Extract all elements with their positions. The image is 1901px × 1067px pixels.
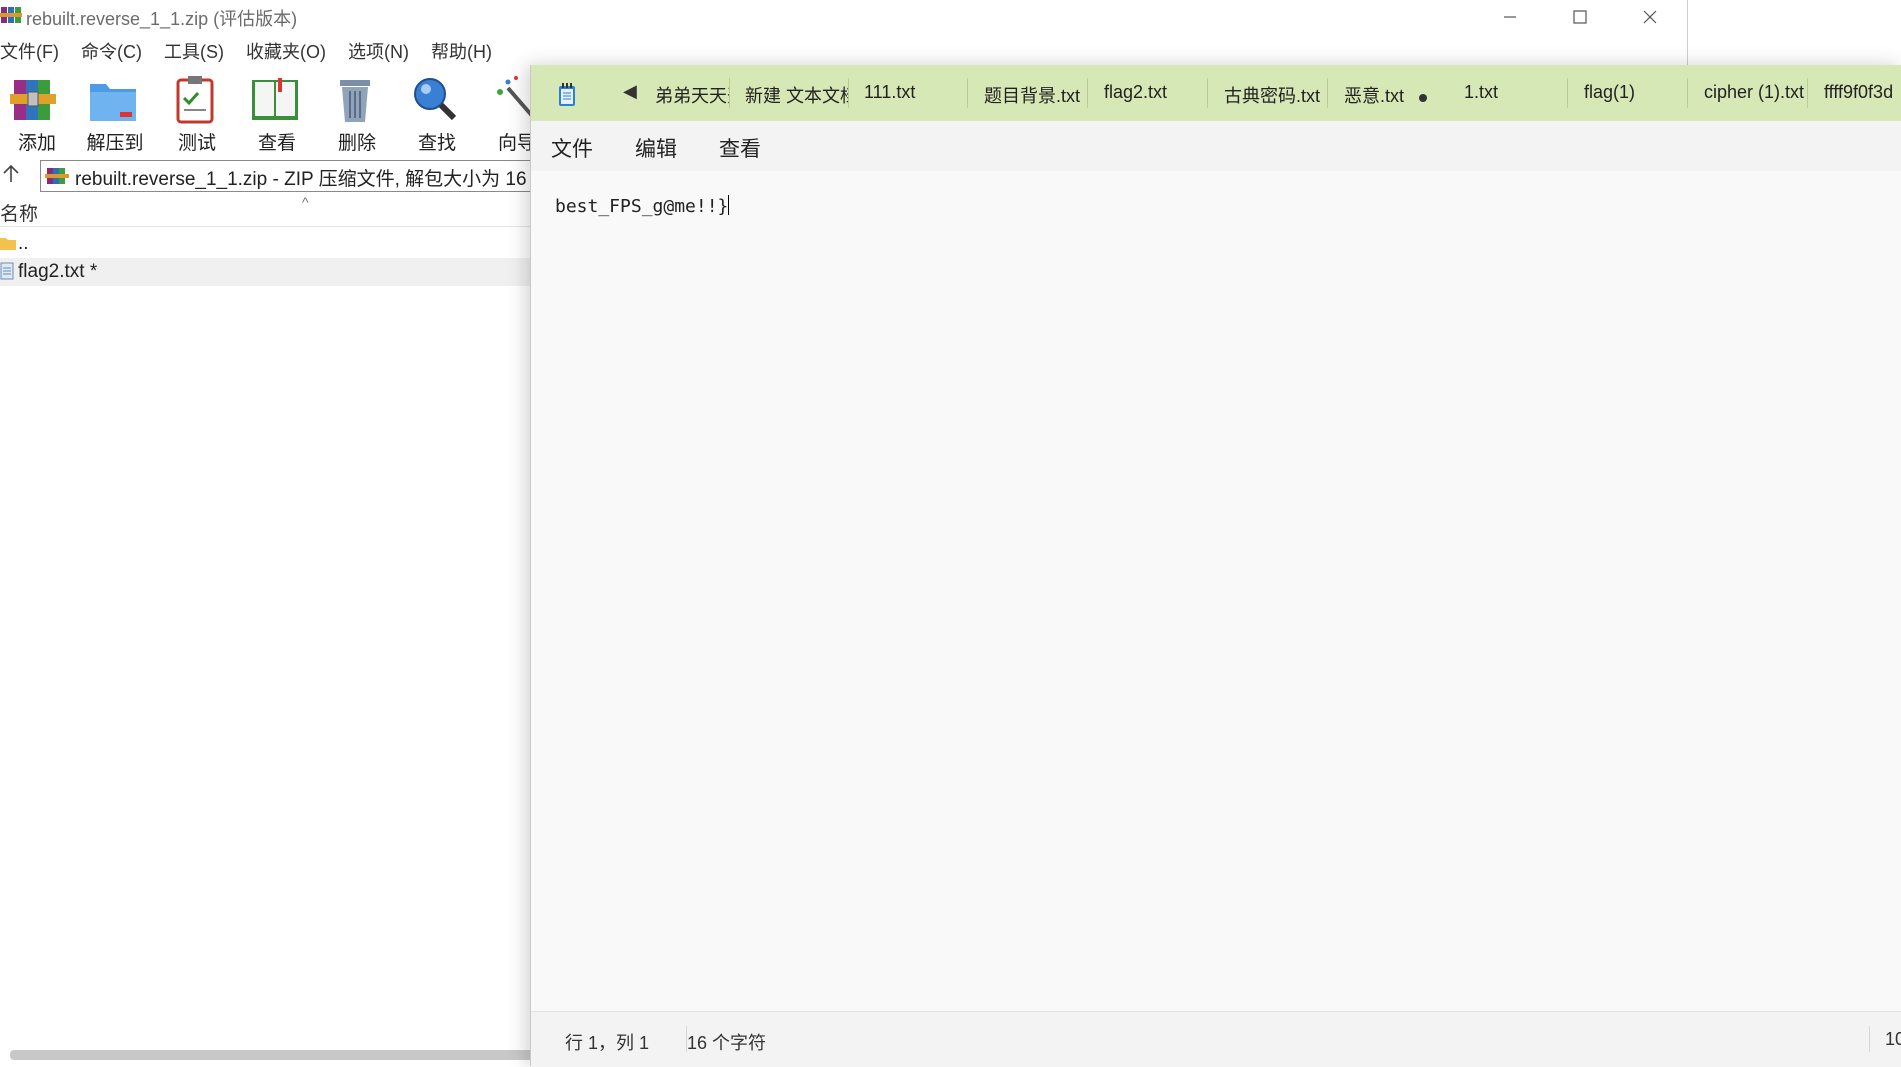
test-clipboard-icon — [176, 76, 214, 124]
status-divider — [1869, 1026, 1870, 1052]
tab-2[interactable]: 新建 文本文档 — [735, 78, 849, 108]
extract-folder-icon — [90, 84, 136, 121]
close-button[interactable] — [1615, 0, 1685, 34]
file-name: .. — [18, 233, 29, 254]
view-book-icon — [252, 78, 298, 120]
notepad-menubar: 文件 编辑 查看 — [531, 121, 1901, 172]
menu-favorites[interactable]: 收藏夹(O) — [246, 38, 326, 64]
delete-trash-icon — [340, 80, 370, 122]
tab-11[interactable]: ffff9f0f3d — [1814, 78, 1901, 108]
tab-8[interactable]: 1.txt — [1454, 78, 1568, 108]
tab-10[interactable]: cipher (1).txt — [1694, 78, 1808, 108]
editor-text: best_FPS_g@me!!} — [555, 196, 729, 217]
add-label: 添加 — [17, 133, 56, 154]
find-button[interactable]: 查找 — [400, 70, 474, 154]
tab-label: 111.txt — [864, 82, 916, 102]
menu-commands[interactable]: 命令(C) — [81, 38, 142, 64]
test-button[interactable]: 测试 — [160, 70, 234, 154]
editor-content[interactable]: best_FPS_g@me!!} — [555, 195, 730, 217]
tab-label: cipher (1).txt — [1704, 82, 1805, 102]
menu-view[interactable]: 查看 — [719, 133, 761, 163]
tab-label: 弟弟天天开 — [655, 86, 729, 106]
add-archive-icon — [10, 80, 56, 120]
minimize-button[interactable] — [1475, 0, 1545, 34]
archive-icon — [45, 168, 69, 184]
tab-label: flag(1) — [1584, 82, 1636, 102]
delete-button[interactable]: 删除 — [320, 70, 394, 154]
tab-label: 题目背景.txt — [984, 86, 1081, 106]
zoom-level: 10 — [1885, 1029, 1901, 1049]
character-count: 16 个字符 — [687, 1033, 767, 1053]
tab-label: ffff9f0f3d — [1824, 82, 1894, 102]
menu-file[interactable]: 文件(F) — [0, 38, 59, 64]
tab-9[interactable]: flag(1) — [1574, 78, 1688, 108]
text-file-icon — [0, 262, 14, 280]
notepad-window: ◀ 弟弟天天开 新建 文本文档 111.txt 题目背景.txt flag2.t… — [530, 65, 1901, 1067]
menu-help[interactable]: 帮助(H) — [431, 38, 492, 64]
winrar-app-icon — [0, 7, 22, 23]
file-name: flag2.txt * — [18, 261, 98, 282]
tab-label: 古典密码.txt — [1224, 86, 1321, 106]
extract-to-label: 解压到 — [86, 133, 144, 154]
tab-3[interactable]: 111.txt — [854, 78, 968, 108]
maximize-icon — [1573, 10, 1587, 24]
up-arrow-icon[interactable] — [2, 164, 22, 186]
tab-label: 新建 文本文档 — [745, 86, 849, 106]
tab-label: flag2.txt — [1104, 82, 1168, 102]
menu-options[interactable]: 选项(N) — [348, 38, 409, 64]
tab-label: 恶意.txt — [1344, 86, 1405, 106]
delete-label: 删除 — [337, 133, 376, 154]
add-button[interactable]: 添加 — [0, 70, 74, 154]
notepad-statusbar: 行 1，列 1 16 个字符 10 — [531, 1011, 1901, 1067]
column-name-header[interactable]: 名称 — [0, 199, 38, 226]
extract-to-button[interactable]: 解压到 — [78, 70, 152, 154]
find-label: 查找 — [417, 133, 456, 154]
cursor-position: 行 1，列 1 — [565, 1033, 650, 1053]
sort-ascending-icon: ^ — [302, 194, 309, 210]
tab-5[interactable]: flag2.txt — [1094, 78, 1208, 108]
tab-4[interactable]: 题目背景.txt — [974, 78, 1088, 108]
tab-label: 1.txt — [1464, 82, 1499, 102]
view-button[interactable]: 查看 — [240, 70, 314, 154]
unsaved-indicator — [1419, 94, 1427, 102]
menu-file[interactable]: 文件 — [551, 133, 593, 163]
find-magnifier-icon — [414, 78, 457, 121]
maximize-button[interactable] — [1545, 0, 1615, 34]
window-title: rebuilt.reverse_1_1.zip (评估版本) — [26, 9, 298, 29]
tab-1[interactable]: 弟弟天天开 — [645, 78, 730, 108]
menu-edit[interactable]: 编辑 — [635, 133, 677, 163]
minimize-icon — [1504, 16, 1516, 18]
tab-6[interactable]: 古典密码.txt — [1214, 78, 1328, 108]
view-label: 查看 — [257, 133, 296, 154]
notepad-tabbar: ◀ 弟弟天天开 新建 文本文档 111.txt 题目背景.txt flag2.t… — [531, 65, 1901, 121]
text-caret — [728, 195, 730, 215]
tab-7-active[interactable]: 恶意.txt — [1334, 78, 1406, 108]
notepad-app-icon — [559, 83, 575, 106]
menu-tools[interactable]: 工具(S) — [164, 38, 224, 64]
address-text: rebuilt.reverse_1_1.zip - ZIP 压缩文件, 解包大小… — [75, 169, 551, 190]
folder-icon — [0, 238, 16, 250]
text-editor[interactable]: best_FPS_g@me!!} — [531, 171, 1901, 1011]
winrar-menubar: 文件(F) 命令(C) 工具(S) 收藏夹(O) 选项(N) 帮助(H) — [0, 36, 1687, 66]
winrar-titlebar: rebuilt.reverse_1_1.zip (评估版本) — [0, 0, 1687, 34]
close-icon — [1643, 10, 1657, 24]
test-label: 测试 — [177, 133, 216, 154]
tab-scroll-left-icon[interactable]: ◀ — [623, 81, 637, 102]
